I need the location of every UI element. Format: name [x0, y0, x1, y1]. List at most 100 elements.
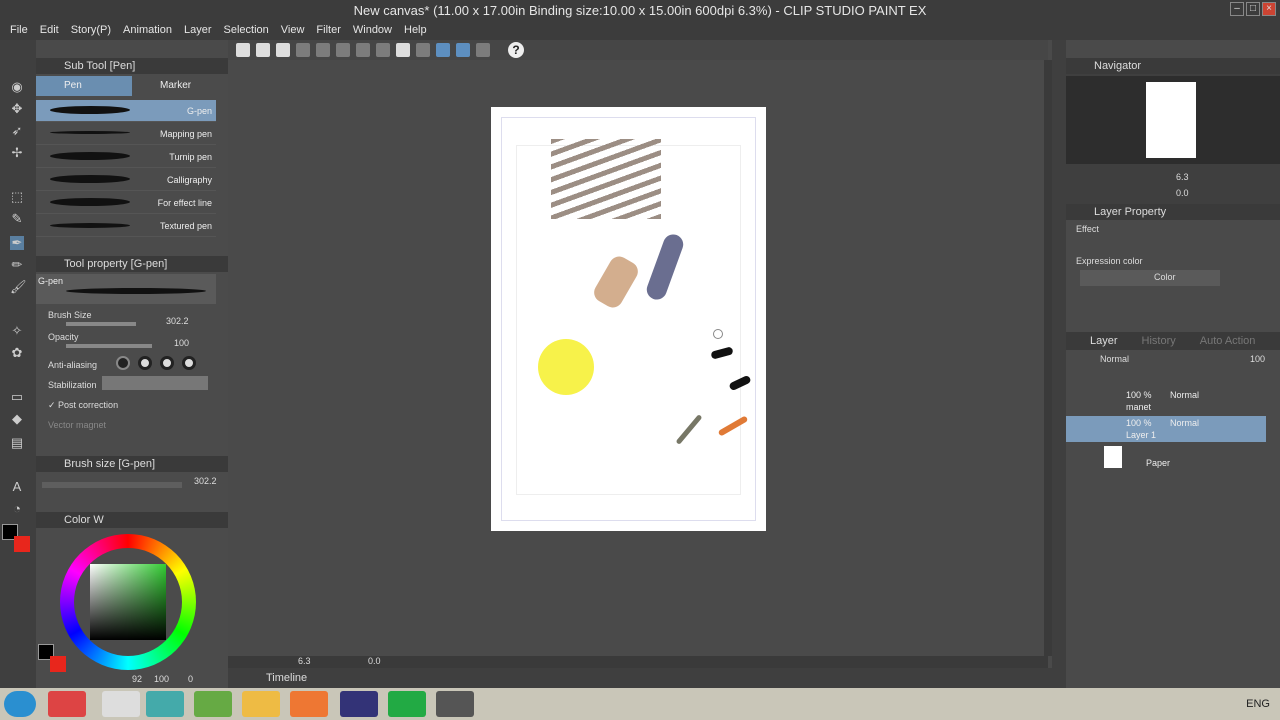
brush-size-bar[interactable]: [42, 482, 182, 488]
brush-size-panel: Brush size [G-pen] 302.2: [36, 456, 228, 512]
transform-icon[interactable]: [336, 43, 350, 57]
menu-window[interactable]: Window: [347, 21, 398, 40]
tab-marker[interactable]: Marker: [132, 76, 228, 96]
gradient-icon[interactable]: ▤: [10, 436, 24, 450]
android-icon[interactable]: [194, 691, 232, 717]
pen-label: Mapping pen: [159, 129, 212, 139]
file-explorer-icon[interactable]: [242, 691, 280, 717]
maximize-button[interactable]: □: [1246, 2, 1260, 16]
move-tool-icon[interactable]: ✥: [10, 102, 24, 116]
new-file-icon[interactable]: [236, 43, 250, 57]
clip-studio-paint-icon[interactable]: [436, 691, 474, 717]
fill-tool-icon[interactable]: ◆: [10, 412, 24, 426]
navigator-angle[interactable]: 0.0: [1176, 188, 1189, 198]
pen-item-textured[interactable]: Textured pen: [36, 215, 216, 237]
expression-color-value: Color: [1154, 272, 1176, 282]
hue-ring[interactable]: [60, 534, 196, 670]
brush-tool-icon[interactable]: 🖌: [10, 280, 27, 294]
post-correction-check[interactable]: ✓ Post correction: [48, 400, 118, 411]
layer-opacity-value[interactable]: 100: [1250, 354, 1265, 364]
stabilization-slider[interactable]: [102, 376, 208, 390]
tab-pen[interactable]: Pen: [36, 76, 132, 96]
menu-view[interactable]: View: [275, 21, 311, 40]
sub-color-swatch[interactable]: [14, 536, 30, 552]
help-icon[interactable]: ?: [508, 42, 524, 58]
menu-file[interactable]: File: [4, 21, 34, 40]
pen-item-g-pen[interactable]: G-pen: [36, 100, 216, 122]
snap-ruler-icon[interactable]: [436, 43, 450, 57]
eraser-icon[interactable]: ▭: [10, 390, 24, 404]
chrome-icon[interactable]: [48, 691, 86, 717]
media-app-icon[interactable]: [340, 691, 378, 717]
selection-tool-icon[interactable]: ⬚: [10, 190, 24, 204]
save-icon[interactable]: [276, 43, 290, 57]
move-layer-icon[interactable]: ✢: [10, 146, 24, 160]
opacity-value[interactable]: 100: [174, 338, 189, 348]
layer-row[interactable]: 100 % Normal manet: [1066, 388, 1266, 414]
eyedropper-icon[interactable]: ✎: [10, 212, 24, 226]
clip-studio-icon[interactable]: [388, 691, 426, 717]
language-indicator[interactable]: ENG: [1246, 698, 1270, 710]
pen-item-effect-line[interactable]: For effect line: [36, 192, 216, 214]
fill-icon[interactable]: [396, 43, 410, 57]
brush-size-readout[interactable]: 302.2: [194, 476, 217, 486]
minimize-button[interactable]: –: [1230, 2, 1244, 16]
airbrush-icon[interactable]: ✧: [10, 324, 24, 338]
tab-layer[interactable]: Layer: [1066, 332, 1118, 350]
brush-size-value[interactable]: 302.2: [166, 316, 189, 326]
brush-size-label: Brush Size: [48, 310, 92, 320]
menu-layer[interactable]: Layer: [178, 21, 218, 40]
menu-story[interactable]: Story(P): [65, 21, 117, 40]
layer-mode: Normal: [1170, 418, 1200, 428]
pen-item-calligraphy[interactable]: Calligraphy: [36, 169, 216, 191]
color-sub-swatch[interactable]: [50, 656, 66, 672]
menu-filter[interactable]: Filter: [310, 21, 346, 40]
rotation-readout[interactable]: 0.0: [368, 656, 381, 666]
color-title: Color W: [36, 512, 228, 528]
clear-icon[interactable]: [376, 43, 390, 57]
undo-icon[interactable]: [296, 43, 310, 57]
layer-row[interactable]: Paper: [1066, 444, 1266, 470]
menu-animation[interactable]: Animation: [117, 21, 178, 40]
balloon-icon[interactable]: ◔: [10, 502, 24, 516]
zoom-tool-icon[interactable]: ◉: [10, 80, 24, 94]
pen-item-turnip[interactable]: Turnip pen: [36, 146, 216, 168]
zoom-readout[interactable]: 6.3: [298, 656, 311, 666]
antialias-options[interactable]: [116, 356, 196, 370]
tab-auto-action[interactable]: Auto Action: [1176, 332, 1256, 350]
deselect-icon[interactable]: [416, 43, 430, 57]
close-button[interactable]: ×: [1262, 2, 1276, 16]
navigator-zoom[interactable]: 6.3: [1176, 172, 1189, 182]
operation-tool-icon[interactable]: ➶: [10, 124, 24, 138]
open-file-icon[interactable]: [256, 43, 270, 57]
menu-selection[interactable]: Selection: [218, 21, 275, 40]
pen-tool-icon[interactable]: ✒: [10, 236, 24, 250]
redo-icon[interactable]: [316, 43, 330, 57]
navigator-preview[interactable]: [1066, 76, 1280, 164]
opacity-slider[interactable]: [66, 344, 152, 348]
timeline-title[interactable]: Timeline: [266, 672, 307, 684]
saturation-square[interactable]: [90, 564, 166, 640]
snap-grid-icon[interactable]: [456, 43, 470, 57]
brush-preview: G-pen: [36, 274, 216, 304]
pen-item-mapping[interactable]: Mapping pen: [36, 123, 216, 145]
menu-help[interactable]: Help: [398, 21, 433, 40]
navigator-title: Navigator: [1066, 58, 1280, 74]
text-tool-icon[interactable]: A: [10, 480, 24, 494]
pencil-tool-icon[interactable]: ✏: [10, 258, 24, 272]
brush-size-slider[interactable]: [66, 322, 136, 326]
menu-edit[interactable]: Edit: [34, 21, 65, 40]
layer-row-selected[interactable]: 100 % Normal Layer 1: [1066, 416, 1266, 442]
expression-color-select[interactable]: Color: [1080, 270, 1220, 286]
start-button-icon[interactable]: [4, 691, 36, 717]
tab-history[interactable]: History: [1118, 332, 1176, 350]
vertical-scrollbar[interactable]: [1044, 60, 1052, 656]
decoration-icon[interactable]: ✿: [10, 346, 24, 360]
crop-icon[interactable]: [356, 43, 370, 57]
blend-mode-select[interactable]: Normal: [1100, 354, 1129, 364]
mu-app-icon[interactable]: [102, 691, 140, 717]
canvas-paper[interactable]: [491, 107, 766, 531]
view-menu-icon[interactable]: [476, 43, 490, 57]
network-app-icon[interactable]: [146, 691, 184, 717]
firefox-icon[interactable]: [290, 691, 328, 717]
